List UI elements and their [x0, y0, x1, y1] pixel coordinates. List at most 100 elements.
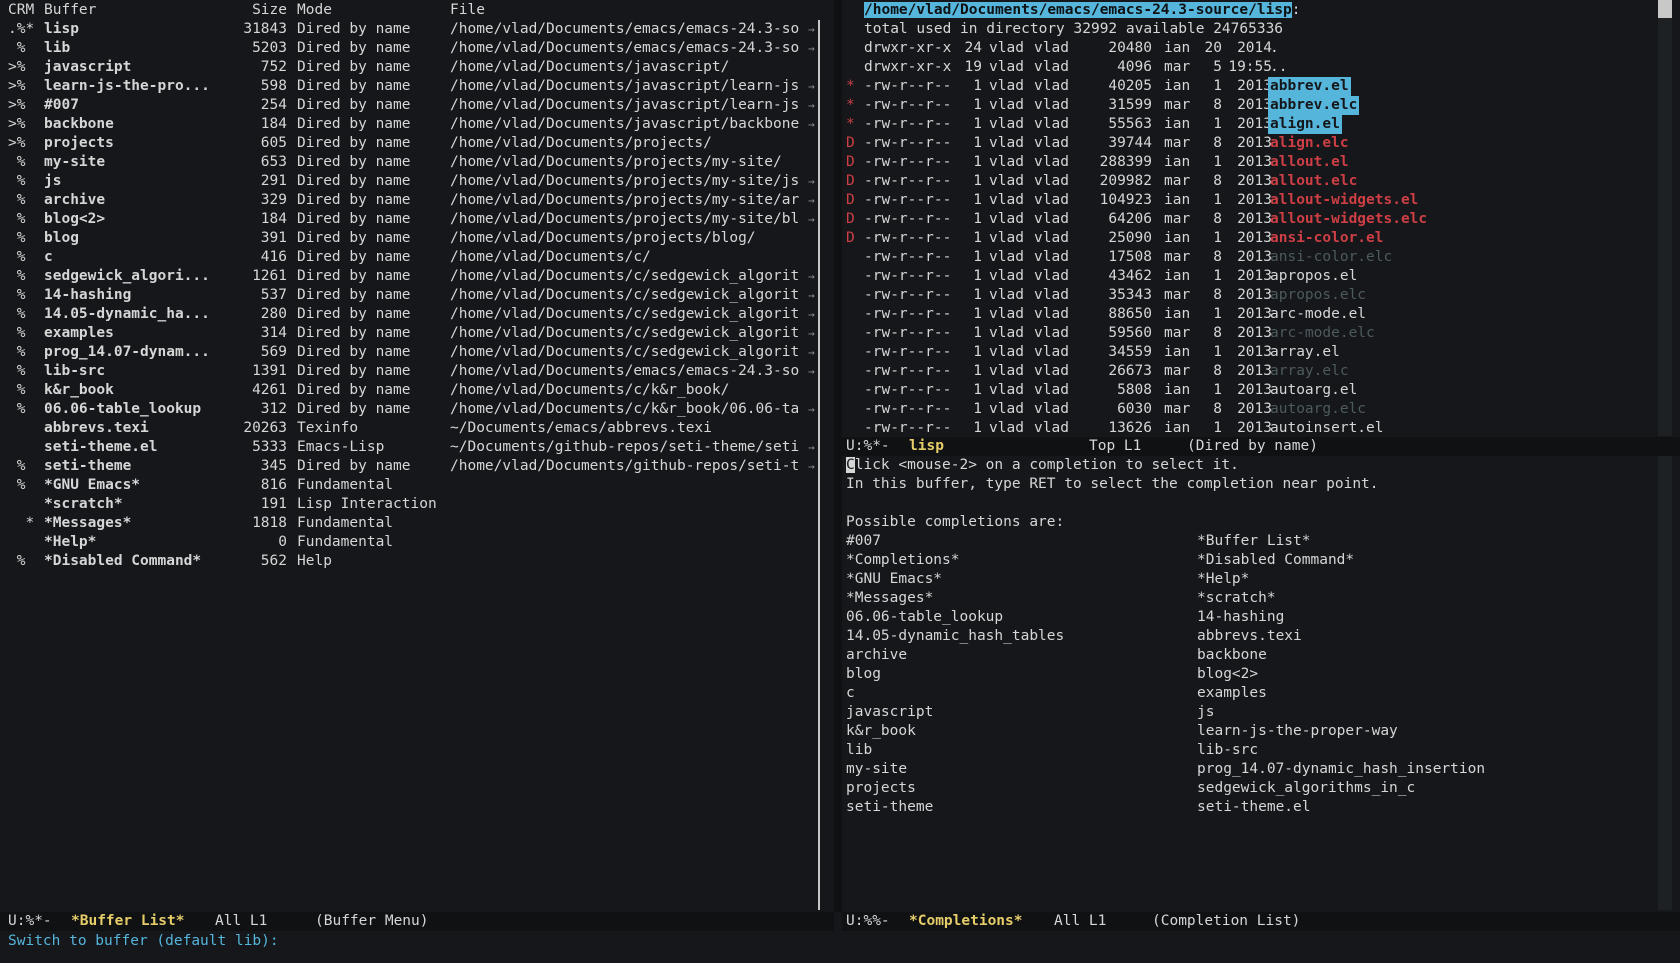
buffer-name[interactable]: blog [44, 229, 244, 248]
dired-entry[interactable]: D -rw-r--r-- 1 vlad vlad 209982 mar 8 2013 allout… [842, 172, 1680, 191]
buffer-name[interactable]: c [44, 248, 244, 267]
buffer-name[interactable]: my-site [44, 153, 244, 172]
dired-filename[interactable]: ansi-color.el [1268, 229, 1386, 248]
completion-item[interactable]: c [846, 684, 855, 703]
dired-entry[interactable]: -rw-r--r-- 1 vlad vlad 59560 mar 8 2013 arc-mode… [842, 324, 1680, 343]
completion-item[interactable]: seti-theme [846, 798, 933, 817]
dired-scrollbar[interactable] [1658, 0, 1672, 436]
buffer-list-row[interactable]: % blog<2> 184 Dired by name/home/vlad/Docu… [0, 210, 820, 229]
buffer-list-modeline-mode[interactable]: (Buffer Menu) [315, 912, 429, 931]
completion-item[interactable]: archive [846, 646, 907, 665]
dired-entry[interactable]: drwxr-xr-x 19 vlad vlad 4096 mar 5 19:55.. [842, 58, 1680, 77]
dired-entry[interactable]: -rw-r--r-- 1 vlad vlad 17508 mar 8 2013 ansi-col… [842, 248, 1680, 267]
dired-filename[interactable]: ansi-color.elc [1268, 248, 1394, 267]
buffer-name[interactable]: learn-js-the-pro... [44, 77, 244, 96]
buffer-list-row[interactable]: *Help* 0 Fundamental [0, 533, 820, 552]
buffer-list-row[interactable]: % archive 329 Dired by name/home/vlad/Docu… [0, 191, 820, 210]
buffer-list-row[interactable]: % c 416 Dired by name/home/vlad/Documents/… [0, 248, 820, 267]
completion-item[interactable]: javascript [846, 703, 933, 722]
buffer-list-row[interactable]: * *Messages* 1818 Fundamental [0, 514, 820, 533]
buffer-name[interactable]: prog_14.07-dynam... [44, 343, 244, 362]
completion-item[interactable]: 06.06-table_lookup [846, 608, 1003, 627]
buffer-list-row[interactable]: % 14.05-dynamic_ha... 280 Dired by name/ho… [0, 305, 820, 324]
completion-item[interactable]: *Completions* [846, 551, 960, 570]
dired-filename[interactable]: align.el [1268, 115, 1342, 134]
buffer-name[interactable]: #007 [44, 96, 244, 115]
dired-filename[interactable]: autoinsert.el [1268, 419, 1386, 438]
dired-filename[interactable]: . [1268, 39, 1281, 58]
completion-item[interactable]: *Messages* [846, 589, 933, 608]
dired-filename[interactable]: arc-mode.elc [1268, 324, 1377, 343]
buffer-name[interactable]: *Help* [44, 533, 244, 552]
buffer-list-row[interactable]: *scratch* 191 Lisp Interaction [0, 495, 820, 514]
dired-entry[interactable]: -rw-r--r-- 1 vlad vlad 6030 mar 8 2013 autoarg.e… [842, 400, 1680, 419]
completion-item[interactable]: sedgewick_algorithms_in_c [1197, 779, 1415, 798]
buffer-name[interactable]: seti-theme.el [44, 438, 244, 457]
buffer-list-row[interactable]: % lib-src 1391 Dired by name/home/vlad/Doc… [0, 362, 820, 381]
buffer-name[interactable]: *GNU Emacs* [44, 476, 244, 495]
buffer-name[interactable]: examples [44, 324, 244, 343]
completions-scrollbar[interactable] [1658, 456, 1672, 910]
buffer-name[interactable]: 14.05-dynamic_ha... [44, 305, 244, 324]
buffer-name[interactable]: *Disabled Command* [44, 552, 244, 571]
dired-filename[interactable]: apropos.el [1268, 267, 1359, 286]
dired-filename[interactable]: abbrev.elc [1268, 96, 1360, 115]
completion-item[interactable]: examples [1197, 684, 1267, 703]
dired-filename[interactable]: array.el [1268, 343, 1342, 362]
buffer-name[interactable]: sedgewick_algori... [44, 267, 244, 286]
dired-filename[interactable]: allout.elc [1268, 172, 1359, 191]
buffer-list-row[interactable]: >% #007 254 Dired by name/home/vlad/Docume… [0, 96, 820, 115]
buffer-name[interactable]: lisp [44, 20, 244, 39]
completion-item[interactable]: *GNU Emacs* [846, 570, 942, 589]
completion-item[interactable]: *Help* [1197, 570, 1249, 589]
buffer-list-row[interactable]: .%* lisp 31843 Dired by name/home/vlad/Docu… [0, 20, 820, 39]
dired-entry[interactable]: D -rw-r--r-- 1 vlad vlad 104923 ian 1 2013 allout… [842, 191, 1680, 210]
buffer-list-row[interactable]: abbrevs.texi 20263 Texinfo ~/Documents/emac… [0, 419, 820, 438]
dired-scroll-thumb[interactable] [1658, 0, 1672, 18]
completion-item[interactable]: blog<2> [1197, 665, 1258, 684]
completions-modeline-mode[interactable]: (Completion List) [1152, 912, 1300, 931]
buffer-list-row[interactable]: % 14-hashing 537 Dired by name/home/vlad/D… [0, 286, 820, 305]
completion-item[interactable]: js [1197, 703, 1214, 722]
completion-item[interactable]: abbrevs.texi [1197, 627, 1302, 646]
buffer-name[interactable]: archive [44, 191, 244, 210]
dired-entry[interactable]: -rw-r--r-- 1 vlad vlad 13626 ian 1 2013 autoinse… [842, 419, 1680, 438]
window-divider[interactable] [834, 0, 842, 912]
buffer-name[interactable]: seti-theme [44, 457, 244, 476]
dired-entry[interactable]: -rw-r--r-- 1 vlad vlad 88650 ian 1 2013 arc-mode… [842, 305, 1680, 324]
buffer-list-row[interactable]: >% learn-js-the-pro... 598 Dired by name/h… [0, 77, 820, 96]
buffer-list-row[interactable]: % prog_14.07-dynam... 569 Dired by name/ho… [0, 343, 820, 362]
dired-entry[interactable]: drwxr-xr-x 24 vlad vlad 20480 ian 20 2014. [842, 39, 1680, 58]
completions-scroll-thumb[interactable] [1658, 456, 1672, 726]
dired-entry[interactable]: -rw-r--r-- 1 vlad vlad 26673 mar 8 2013 array.el… [842, 362, 1680, 381]
buffer-list-row[interactable]: >% projects 605 Dired by name/home/vlad/Do… [0, 134, 820, 153]
completion-item[interactable]: *Disabled Command* [1197, 551, 1354, 570]
dired-entry[interactable]: * -rw-r--r-- 1 vlad vlad 40205 ian 1 2013 abbrev.… [842, 77, 1680, 96]
buffer-list-row[interactable]: % *Disabled Command* 562 Help [0, 552, 820, 571]
buffer-name[interactable]: 06.06-table_lookup [44, 400, 244, 419]
buffer-name[interactable]: js [44, 172, 244, 191]
dired-entry[interactable]: * -rw-r--r-- 1 vlad vlad 55563 ian 1 2013 align.e… [842, 115, 1680, 134]
buffer-list-row[interactable]: % k&r_book 4261 Dired by name/home/vlad/Do… [0, 381, 820, 400]
dired-filename[interactable]: array.elc [1268, 362, 1351, 381]
completion-item[interactable]: *Buffer List* [1197, 532, 1311, 551]
buffer-list-row[interactable]: % sedgewick_algori... 1261 Dired by name/h… [0, 267, 820, 286]
buffer-name[interactable]: lib-src [44, 362, 244, 381]
buffer-list-row[interactable]: % *GNU Emacs* 816 Fundamental [0, 476, 820, 495]
dired-entry[interactable]: * -rw-r--r-- 1 vlad vlad 31599 mar 8 2013 abbrev.… [842, 96, 1680, 115]
dired-entry[interactable]: -rw-r--r-- 1 vlad vlad 5808 ian 1 2013 autoarg.e… [842, 381, 1680, 400]
buffer-name[interactable]: projects [44, 134, 244, 153]
dired-entry[interactable]: -rw-r--r-- 1 vlad vlad 34559 ian 1 2013 array.el [842, 343, 1680, 362]
dired-entry[interactable]: D -rw-r--r-- 1 vlad vlad 64206 mar 8 2013 allout-… [842, 210, 1680, 229]
completion-item[interactable]: projects [846, 779, 916, 798]
completion-item[interactable]: prog_14.07-dynamic_hash_insertion [1197, 760, 1485, 779]
completions-modeline[interactable]: U:%%- *Completions* All L1 (Completion L… [842, 912, 1680, 931]
dired-modeline[interactable]: U:%*- lisp Top L1 (Dired by name) [842, 437, 1680, 456]
buffer-name[interactable]: 14-hashing [44, 286, 244, 305]
completion-item[interactable]: blog [846, 665, 881, 684]
buffer-list-scroll-thumb[interactable] [818, 20, 820, 910]
buffer-list-row[interactable]: % my-site 653 Dired by name/home/vlad/Docu… [0, 153, 820, 172]
completion-item[interactable]: learn-js-the-proper-way [1197, 722, 1398, 741]
dired-modeline-buffer-name[interactable]: lisp [909, 437, 944, 456]
dired-entry[interactable]: -rw-r--r-- 1 vlad vlad 35343 mar 8 2013 apropos.… [842, 286, 1680, 305]
